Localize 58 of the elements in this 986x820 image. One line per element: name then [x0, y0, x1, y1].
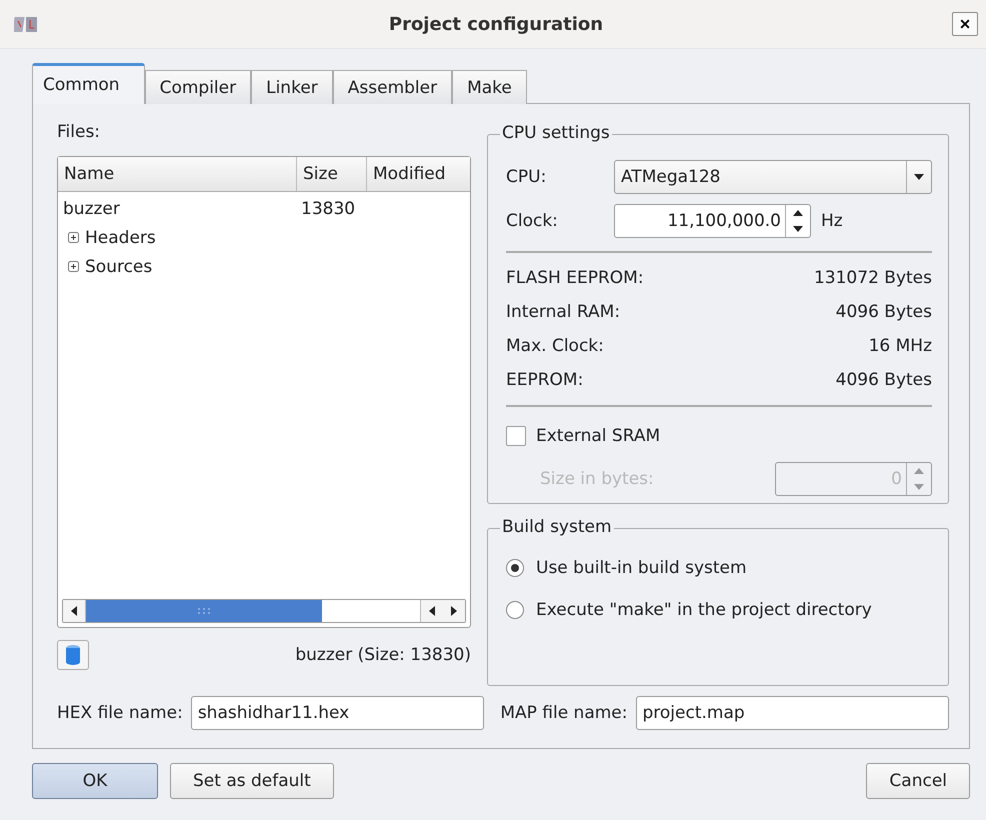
cpu-dropdown[interactable]: ATMega128	[614, 160, 932, 194]
tab[interactable]: Linker	[251, 70, 333, 104]
checkbox[interactable]	[506, 426, 526, 446]
hex-file-field[interactable]: shashidhar11.hex	[190, 696, 484, 730]
radio-label[interactable]: Use built-in build system	[536, 558, 747, 578]
tree-item[interactable]: Sources	[85, 256, 152, 276]
spec-label: EEPROM:	[506, 370, 584, 390]
cpu-label: CPU:	[506, 167, 548, 187]
tab[interactable]: Compiler	[144, 70, 252, 104]
spec-value: 4096 Bytes	[836, 302, 932, 322]
spec-label: Max. Clock:	[506, 336, 604, 356]
books-icon	[14, 14, 40, 34]
spec-label: Internal RAM:	[506, 302, 620, 322]
up-arrow-icon[interactable]	[793, 210, 803, 216]
left-arrow-icon[interactable]	[428, 606, 436, 616]
unit-label: Hz	[821, 211, 843, 231]
size-label: Size in bytes:	[540, 469, 654, 489]
tab[interactable]: Common	[32, 63, 145, 104]
radio-button[interactable]	[506, 559, 524, 577]
files-label: Files:	[57, 122, 100, 142]
left-arrow-icon[interactable]	[70, 606, 78, 616]
tab[interactable]: Make	[452, 70, 527, 104]
dialog-button[interactable]: Set as default	[170, 763, 334, 799]
expand-icon[interactable]	[68, 261, 79, 272]
column-header[interactable]: Modified	[367, 157, 470, 191]
radio-label[interactable]: Execute "make" in the project directory	[536, 600, 872, 620]
tree-item[interactable]: Headers	[85, 228, 156, 248]
group-title: CPU settings	[500, 123, 612, 143]
window-title: Project configuration	[388, 14, 604, 34]
dialog-button[interactable]: OK	[32, 763, 158, 799]
dropdown-arrow-icon[interactable]	[914, 174, 924, 180]
table-cell: 13830	[301, 198, 356, 218]
expand-icon[interactable]	[68, 232, 79, 243]
down-arrow-icon[interactable]	[793, 226, 803, 232]
checkbox-label[interactable]: External SRAM	[536, 426, 660, 446]
column-header[interactable]: Name	[58, 157, 297, 191]
hex-file-label: HEX file name:	[57, 703, 183, 723]
tree-item[interactable]: buzzer	[63, 198, 120, 218]
spec-value: 131072 Bytes	[814, 268, 932, 288]
file-info-text: buzzer (Size: 13830)	[295, 645, 471, 665]
map-file-field[interactable]: project.map	[636, 696, 949, 730]
tab[interactable]: Assembler	[332, 70, 452, 104]
close-button[interactable]: ×	[952, 12, 978, 36]
clock-spinbox[interactable]: 11,100,000.0	[614, 204, 811, 238]
spec-value: 4096 Bytes	[836, 370, 932, 390]
radio-button[interactable]	[506, 601, 524, 619]
scroll-thumb[interactable]	[86, 600, 322, 622]
map-file-label: MAP file name:	[500, 703, 628, 723]
spec-value: 16 MHz	[868, 336, 932, 356]
right-arrow-icon[interactable]	[450, 606, 458, 616]
database-icon	[65, 644, 81, 666]
spec-label: FLASH EEPROM:	[506, 268, 644, 288]
column-header[interactable]: Size	[297, 157, 367, 191]
clock-label: Clock:	[506, 211, 559, 231]
dialog-button[interactable]: Cancel	[866, 763, 970, 799]
group-title: Build system	[500, 517, 614, 537]
horizontal-scrollbar[interactable]	[62, 599, 466, 623]
database-button[interactable]	[57, 640, 89, 670]
